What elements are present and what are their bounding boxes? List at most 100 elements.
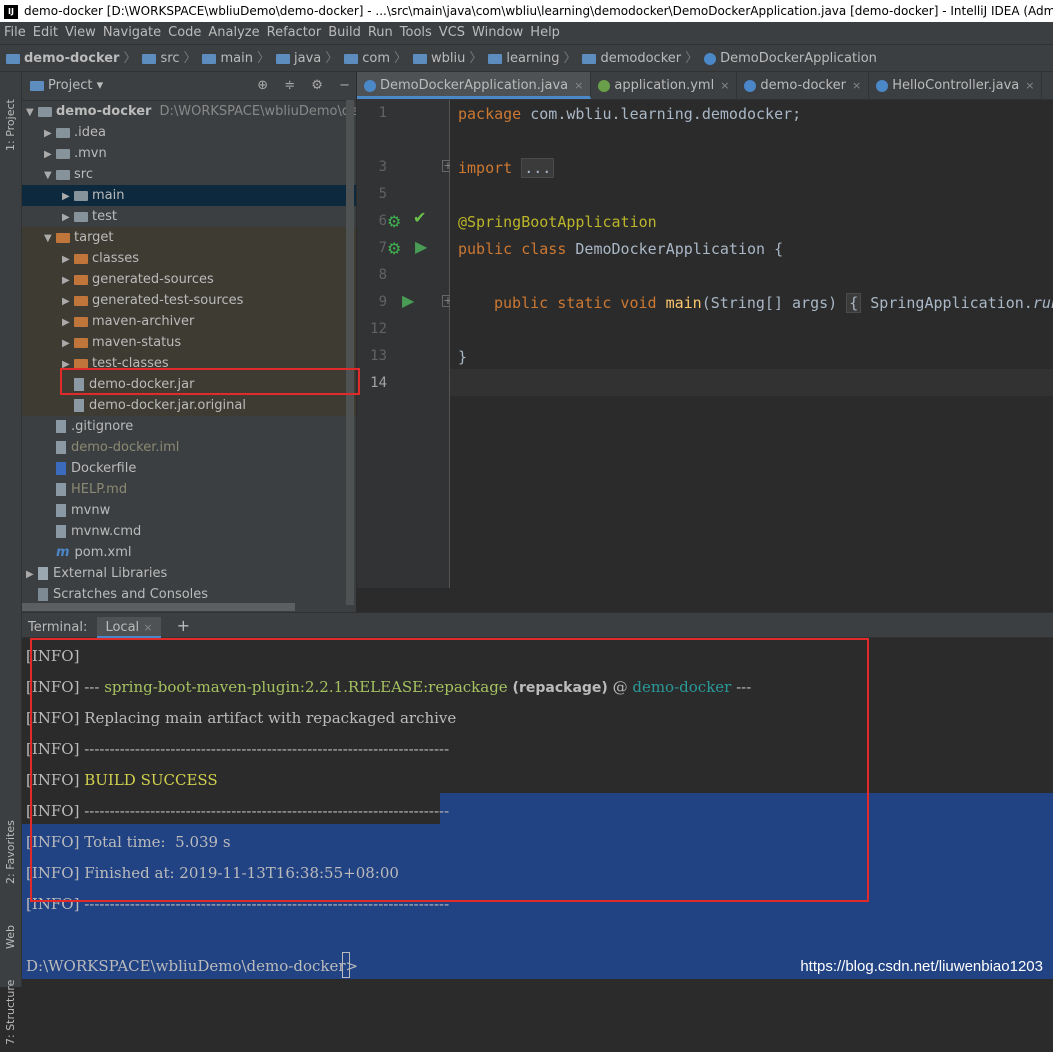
tree-item[interactable]: Scratches and Consoles bbox=[22, 584, 356, 605]
project-vertical-scrollbar[interactable] bbox=[346, 100, 354, 605]
menu-item-build[interactable]: Build bbox=[328, 25, 361, 40]
breadcrumb-item[interactable]: learning bbox=[488, 51, 559, 66]
menu-item-help[interactable]: Help bbox=[530, 25, 560, 40]
editor-tab[interactable]: demo-docker × bbox=[737, 72, 870, 99]
run-class-icon[interactable]: ▶ bbox=[415, 237, 427, 256]
close-icon[interactable]: × bbox=[143, 621, 152, 634]
tree-item[interactable]: ▶ classes bbox=[22, 248, 356, 269]
project-view-selector[interactable]: Project bbox=[48, 78, 92, 93]
tree-item[interactable]: ▶ generated-sources bbox=[22, 269, 356, 290]
breadcrumb-item[interactable]: java bbox=[275, 51, 321, 66]
menu-item-refactor[interactable]: Refactor bbox=[267, 25, 322, 40]
breadcrumb-item[interactable]: src bbox=[142, 51, 179, 66]
tree-item[interactable]: mvnw bbox=[22, 500, 356, 521]
close-icon[interactable]: × bbox=[720, 79, 729, 92]
folder-icon bbox=[488, 53, 503, 64]
tree-item[interactable]: .gitignore bbox=[22, 416, 356, 437]
tree-item[interactable]: ▶ main bbox=[22, 185, 356, 206]
editor-tab[interactable]: application.yml × bbox=[591, 72, 738, 99]
locate-icon[interactable]: ⊕ bbox=[257, 78, 268, 93]
collapse-all-icon[interactable]: ≑ bbox=[284, 78, 295, 93]
tree-item-label: maven-archiver bbox=[92, 314, 195, 329]
breadcrumb-item[interactable]: demodocker bbox=[582, 51, 681, 66]
chevron-right-icon[interactable]: ▶ bbox=[62, 291, 74, 312]
tree-item[interactable]: mvnw.cmd bbox=[22, 521, 356, 542]
breadcrumb-item[interactable]: com bbox=[344, 51, 390, 66]
tree-item[interactable]: ▶ maven-status bbox=[22, 332, 356, 353]
chevron-right-icon[interactable]: ▶ bbox=[62, 186, 74, 207]
menu-item-vcs[interactable]: VCS bbox=[439, 25, 465, 40]
structure-tool-tab[interactable]: 7: Structure bbox=[0, 972, 22, 1052]
web-tool-tab[interactable]: Web bbox=[0, 912, 22, 962]
editor-tab[interactable]: DemoDockerApplication.java × bbox=[357, 72, 592, 99]
chevron-right-icon[interactable]: ▶ bbox=[62, 270, 74, 291]
close-icon[interactable]: × bbox=[1025, 79, 1034, 92]
tree-item[interactable]: ▶ .mvn bbox=[22, 143, 356, 164]
code-line-close: } bbox=[458, 348, 468, 366]
tree-item[interactable]: ▼ demo-docker D:\WORKSPACE\wbliuDemo\demo-… bbox=[22, 101, 356, 122]
new-terminal-button[interactable]: + bbox=[177, 616, 190, 635]
favorites-tool-tab[interactable]: 2: Favorites bbox=[0, 812, 22, 892]
check-icon[interactable]: ✔ bbox=[413, 208, 426, 227]
chevron-right-icon[interactable]: ▶ bbox=[62, 333, 74, 354]
project-tool-tab[interactable]: 1: Project bbox=[0, 80, 22, 170]
chevron-right-icon[interactable]: ▶ bbox=[26, 564, 38, 585]
line-number: 13 bbox=[370, 348, 387, 364]
tree-item[interactable]: HELP.md bbox=[22, 479, 356, 500]
code-editor[interactable]: package com.wbliu.learning.demodocker; i… bbox=[450, 100, 1053, 588]
folder-icon bbox=[56, 127, 70, 138]
menu-item-code[interactable]: Code bbox=[168, 25, 201, 40]
code-line-class: public class DemoDockerApplication { bbox=[458, 240, 783, 258]
breadcrumb-item[interactable]: main bbox=[202, 51, 253, 66]
chevron-down-icon[interactable]: ▼ bbox=[44, 228, 56, 249]
chevron-down-icon[interactable]: ▼ bbox=[44, 165, 56, 186]
chevron-right-icon[interactable]: ▶ bbox=[62, 207, 74, 228]
chevron-right-icon[interactable]: ▶ bbox=[62, 249, 74, 270]
tree-item[interactable]: Dockerfile bbox=[22, 458, 356, 479]
import-fold[interactable]: ... bbox=[521, 158, 555, 178]
menu-item-tools[interactable]: Tools bbox=[400, 25, 432, 40]
close-icon[interactable]: × bbox=[574, 79, 583, 92]
spring-bean-icon[interactable]: ⚙ bbox=[387, 212, 401, 231]
editor-tab[interactable]: HelloController.java × bbox=[869, 72, 1043, 99]
line-number: 5 bbox=[378, 186, 387, 202]
chevron-down-icon[interactable]: ▼ bbox=[26, 102, 38, 123]
menu-item-run[interactable]: Run bbox=[368, 25, 393, 40]
spring-boot-icon[interactable]: ⚙ bbox=[387, 239, 401, 258]
tree-item[interactable]: demo-docker.jar.original bbox=[22, 395, 356, 416]
folder-icon bbox=[74, 253, 88, 264]
tree-item[interactable]: ▶ .idea bbox=[22, 122, 356, 143]
menu-item-view[interactable]: View bbox=[65, 25, 96, 40]
close-icon[interactable]: × bbox=[852, 79, 861, 92]
terminal-tab-local[interactable]: Local × bbox=[97, 617, 161, 639]
breadcrumb-item[interactable]: demo-docker bbox=[6, 51, 119, 66]
tree-item[interactable]: m pom.xml bbox=[22, 542, 356, 563]
tree-item[interactable]: ▼ src bbox=[22, 164, 356, 185]
method-body-fold[interactable]: { bbox=[846, 293, 862, 313]
tree-item[interactable]: ▶ External Libraries bbox=[22, 563, 356, 584]
run-main-icon[interactable]: ▶ bbox=[402, 291, 414, 310]
tree-item[interactable]: ▶ generated-test-sources bbox=[22, 290, 356, 311]
gear-icon[interactable]: ⚙ bbox=[311, 78, 323, 93]
tree-item[interactable]: ▶ maven-archiver bbox=[22, 311, 356, 332]
breadcrumb-label: demo-docker bbox=[24, 51, 120, 66]
project-horizontal-scrollbar[interactable] bbox=[22, 603, 295, 611]
menu-item-file[interactable]: File bbox=[4, 25, 26, 40]
chevron-right-icon[interactable]: ▶ bbox=[44, 144, 56, 165]
menu-item-edit[interactable]: Edit bbox=[33, 25, 58, 40]
chevron-down-icon[interactable]: ▾ bbox=[97, 78, 104, 93]
tree-item[interactable]: ▼ target bbox=[22, 227, 356, 248]
menu-item-window[interactable]: Window bbox=[472, 25, 523, 40]
chevron-right-icon[interactable]: ▶ bbox=[44, 123, 56, 144]
chevron-right-icon[interactable]: ▶ bbox=[62, 312, 74, 333]
breadcrumb-item[interactable]: wbliu bbox=[413, 51, 465, 66]
tree-item[interactable]: ▶ test bbox=[22, 206, 356, 227]
editor-tab-bar: DemoDockerApplication.java × application.y… bbox=[357, 72, 1053, 100]
tree-item-label: Dockerfile bbox=[71, 461, 137, 476]
breadcrumb-item[interactable]: DemoDockerApplication bbox=[704, 51, 877, 66]
hide-icon[interactable]: − bbox=[339, 78, 350, 93]
tree-item[interactable]: demo-docker.iml bbox=[22, 437, 356, 458]
menu-item-analyze[interactable]: Analyze bbox=[208, 25, 259, 40]
folder-icon bbox=[413, 53, 428, 64]
menu-item-navigate[interactable]: Navigate bbox=[103, 25, 161, 40]
